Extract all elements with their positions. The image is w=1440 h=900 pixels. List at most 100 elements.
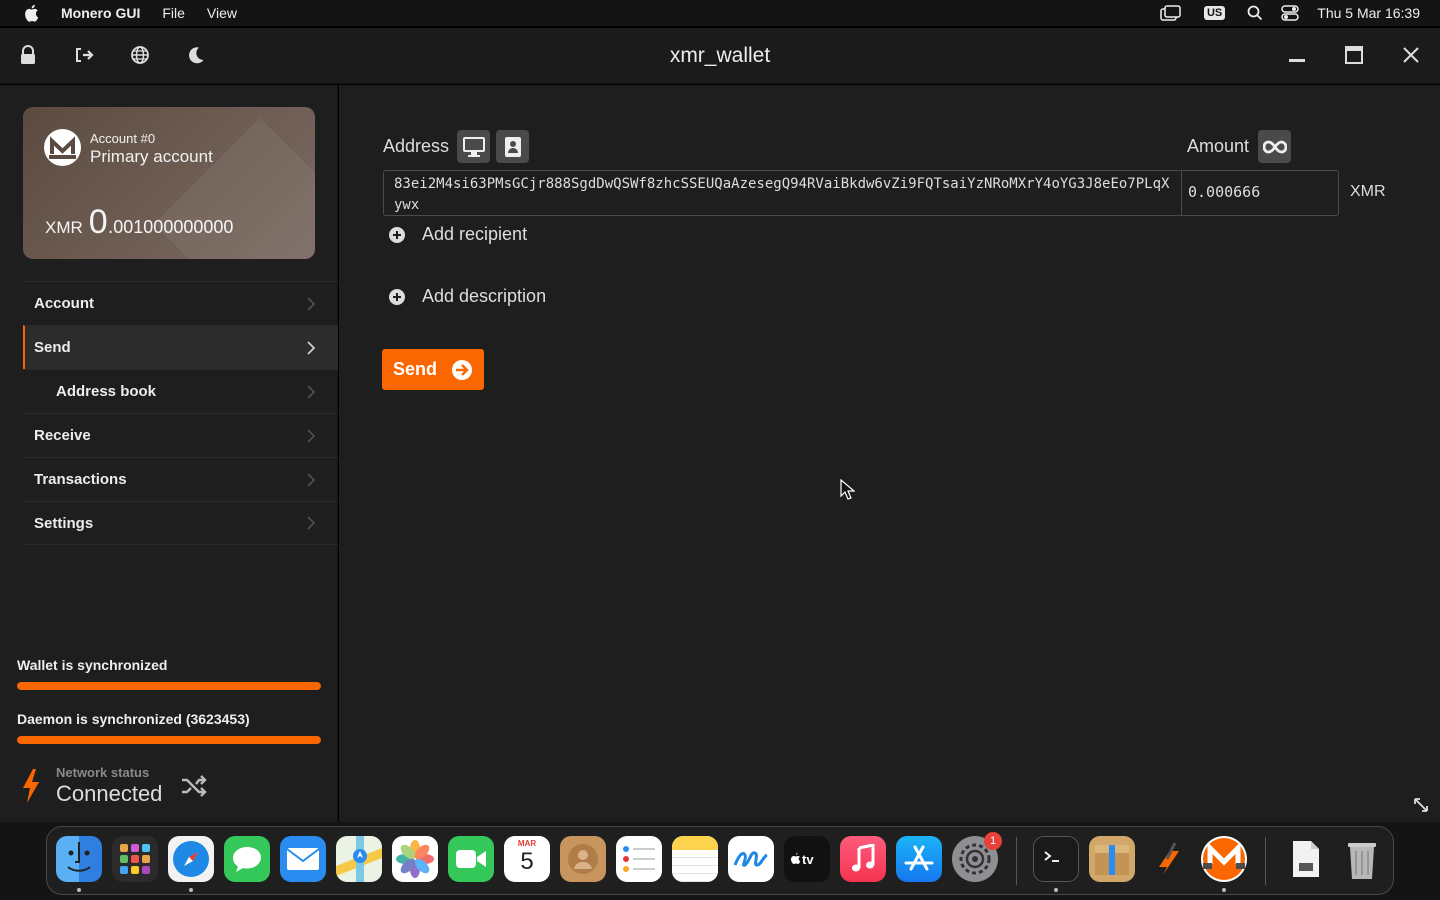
wallet-sync-status: Wallet is synchronized	[17, 657, 168, 673]
appstore-icon[interactable]	[896, 836, 942, 882]
network-status: Network status Connected	[20, 765, 208, 807]
network-status-value: Connected	[56, 781, 163, 806]
trash-icon[interactable]	[1339, 836, 1385, 882]
calendar-day: 5	[520, 848, 534, 875]
wallet-sync-progress-bar	[17, 682, 321, 690]
safari-icon[interactable]	[168, 836, 214, 882]
balance-currency: XMR	[45, 218, 83, 237]
chevron-right-icon	[307, 516, 316, 530]
maps-icon[interactable]	[336, 836, 382, 882]
finder-icon[interactable]	[56, 836, 102, 882]
balance-integer: 0	[88, 203, 108, 241]
freeform-icon[interactable]	[728, 836, 774, 882]
sidebar-item-label: Transactions	[34, 471, 127, 488]
sidebar-item-receive[interactable]: Receive	[23, 413, 338, 457]
svg-text:tv: tv	[802, 852, 814, 867]
notes-icon[interactable]	[672, 836, 718, 882]
messages-icon[interactable]	[224, 836, 270, 882]
chevron-right-icon	[307, 340, 316, 355]
add-description-label: Add description	[422, 286, 547, 306]
chevron-right-icon	[307, 428, 316, 443]
balance-fraction: 001000000000	[113, 217, 234, 237]
maximize-icon[interactable]	[1343, 44, 1365, 66]
keyboard-layout-badge[interactable]: US	[1203, 6, 1226, 20]
sidebar-item-label: Account	[34, 295, 94, 312]
apple-logo-icon[interactable]	[23, 4, 41, 22]
plus-circle-icon	[389, 288, 405, 305]
menu-file[interactable]: File	[162, 5, 185, 21]
sidebar-item-label: Address book	[56, 383, 157, 400]
menu-bar: Monero GUI File View US Thu 5 Mar 16:39	[0, 0, 1440, 26]
daemon-sync-progress-bar	[17, 736, 321, 744]
qr-scan-button[interactable]	[457, 130, 490, 163]
account-number: Account #0	[90, 131, 156, 146]
dock-separator	[1016, 837, 1017, 885]
spotlight-search-icon[interactable]	[1247, 5, 1263, 21]
account-name: Primary account	[90, 147, 213, 166]
running-indicator	[189, 888, 193, 892]
add-recipient-button[interactable]: Add recipient	[389, 224, 527, 245]
send-button[interactable]: Send	[382, 349, 484, 390]
amount-label: Amount	[1187, 136, 1250, 156]
address-input[interactable]: 83ei2M4si63PMsGCjr888SgdDwQSWf8zhcSSEUQa…	[383, 170, 1182, 216]
sidebar-item-transactions[interactable]: Transactions	[23, 457, 338, 501]
window-title: xmr_wallet	[669, 44, 771, 67]
amount-input[interactable]: 0.000666	[1181, 170, 1339, 216]
plus-circle-icon	[389, 226, 405, 243]
sidebar-item-label: Receive	[34, 427, 91, 444]
mouse-pointer-icon	[840, 479, 855, 500]
account-card[interactable]: Account #0 Primary account XMR 0 . 00100…	[23, 107, 315, 259]
resize-handle-icon[interactable]	[1412, 796, 1430, 814]
notification-badge: 1	[984, 832, 1002, 850]
sidebar-item-account[interactable]: Account	[23, 281, 338, 325]
notes-lines	[672, 850, 718, 882]
dock: MAR 5 tv 1	[46, 826, 1394, 895]
sidebar-nav: Account Send Address book Receive Transa…	[23, 281, 338, 545]
shuffle-icon[interactable]	[180, 774, 208, 798]
appletv-icon[interactable]: tv	[784, 836, 830, 882]
address-book-button[interactable]	[496, 130, 529, 163]
balance: XMR 0 . 001000000000	[45, 205, 233, 239]
music-icon[interactable]	[840, 836, 886, 882]
sidebar-item-label: Send	[34, 339, 71, 356]
send-all-button[interactable]	[1258, 130, 1291, 163]
add-recipient-label: Add recipient	[422, 224, 528, 244]
window-titlebar: xmr_wallet	[0, 28, 1440, 84]
running-indicator	[1222, 888, 1226, 892]
menu-app-name[interactable]: Monero GUI	[61, 5, 140, 21]
minimize-icon[interactable]	[1286, 44, 1308, 66]
control-center-icon[interactable]	[1281, 5, 1300, 21]
notes-header	[672, 836, 718, 850]
monitor-icon	[462, 136, 485, 157]
add-description-button[interactable]: Add description	[389, 286, 546, 307]
launchpad-icon[interactable]	[112, 836, 158, 882]
sidebar-item-address-book[interactable]: Address book	[23, 369, 338, 413]
arrow-right-circle-icon	[452, 359, 472, 380]
contacts-icon[interactable]	[560, 836, 606, 882]
close-icon[interactable]	[1400, 44, 1422, 66]
calendar-icon[interactable]: MAR 5	[504, 836, 550, 882]
archive-utility-icon[interactable]	[1089, 836, 1135, 882]
chevron-right-icon	[307, 384, 316, 399]
sidebar: Account #0 Primary account XMR 0 . 00100…	[0, 85, 338, 822]
monero-logo-icon	[44, 129, 81, 166]
sidebar-item-settings[interactable]: Settings	[23, 501, 338, 545]
menubar-clock[interactable]: Thu 5 Mar 16:39	[1317, 5, 1420, 21]
photos-icon[interactable]	[392, 836, 438, 882]
terminal-icon[interactable]	[1033, 836, 1079, 882]
reminders-icon[interactable]	[616, 836, 662, 882]
menu-view[interactable]: View	[207, 5, 237, 21]
send-page: Address Amount 83ei2M4si63PMsGCjr888SgdD…	[339, 85, 1440, 822]
dock-separator	[1265, 837, 1266, 885]
monero-icon[interactable]	[1201, 836, 1247, 882]
facetime-icon[interactable]	[448, 836, 494, 882]
chevron-right-icon	[307, 296, 316, 311]
lightning-bolt-icon	[23, 769, 39, 803]
document-icon[interactable]	[1283, 836, 1329, 882]
calendar-month: MAR	[504, 836, 550, 848]
sidebar-item-send[interactable]: Send	[23, 325, 338, 369]
shortcut-app-icon[interactable]	[1145, 836, 1191, 882]
mail-icon[interactable]	[280, 836, 326, 882]
running-indicator	[1054, 888, 1058, 892]
screen-mirroring-icon[interactable]	[1160, 5, 1182, 21]
